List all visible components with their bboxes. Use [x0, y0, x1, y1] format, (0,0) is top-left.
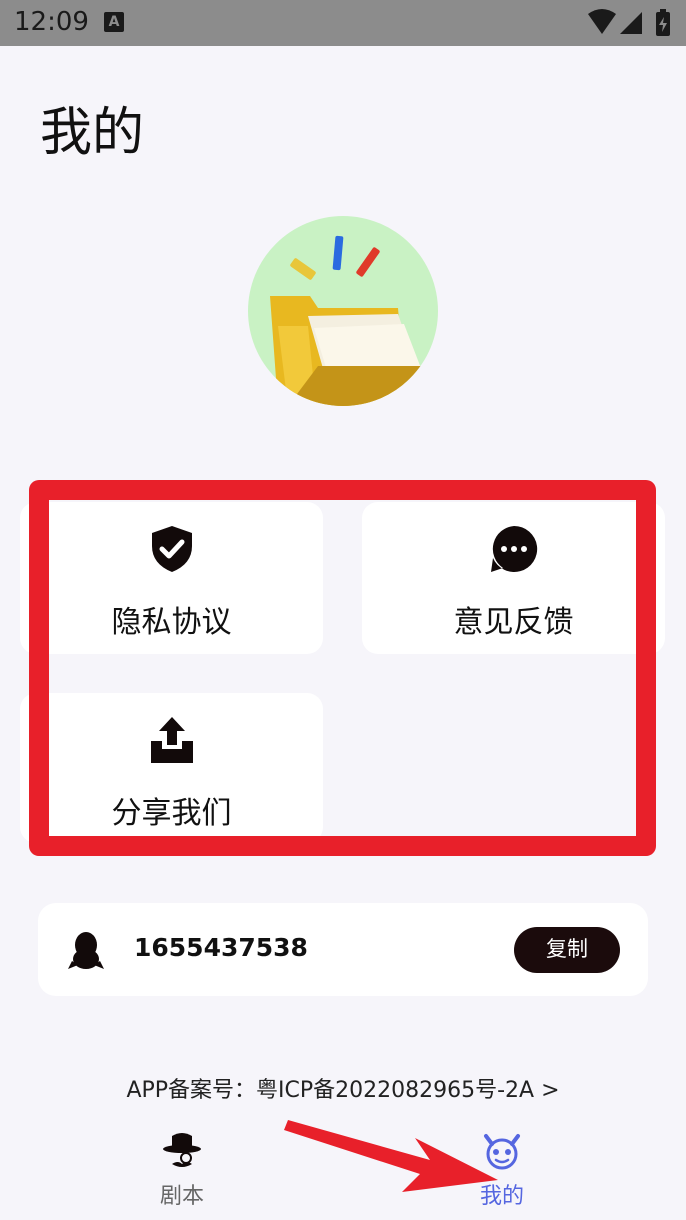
- tab-scripts[interactable]: 剧本: [102, 1120, 262, 1220]
- privacy-label: 隐私协议: [111, 605, 232, 640]
- notification-icon: A: [104, 12, 124, 32]
- share-upload-icon: [150, 717, 193, 763]
- status-icons: [588, 9, 670, 36]
- tab-mine[interactable]: 我的: [422, 1120, 582, 1220]
- status-time: 12:09: [14, 7, 89, 37]
- feedback-card[interactable]: 意见反馈: [362, 502, 665, 654]
- copy-button[interactable]: 复制: [514, 927, 620, 973]
- feedback-label: 意见反馈: [453, 605, 574, 640]
- share-label: 分享我们: [111, 796, 232, 831]
- signal-icon: [620, 12, 642, 34]
- shield-check-icon: [151, 526, 192, 572]
- battery-icon: [656, 9, 670, 36]
- devil-face-icon: [484, 1134, 520, 1170]
- tab-scripts-label: 剧本: [159, 1184, 204, 1209]
- detective-hat-icon: [163, 1133, 201, 1167]
- chat-bubble-icon: [490, 525, 537, 572]
- wifi-icon: [588, 9, 616, 34]
- page-title: 我的: [40, 103, 145, 163]
- qq-penguin-icon: [68, 932, 104, 969]
- privacy-card[interactable]: 隐私协议: [20, 502, 323, 654]
- mine-page: 12:09 A 我的 隐私协议 意见反馈 分享我们 1655437538 复制 …: [0, 0, 686, 1220]
- hero-avatar: [248, 216, 438, 406]
- share-card[interactable]: 分享我们: [20, 693, 323, 843]
- tab-mine-label: 我的: [479, 1184, 524, 1209]
- status-bar: 12:09 A: [0, 0, 686, 46]
- beian-link[interactable]: APP备案号：粤ICP备2022082965号-2A >: [0, 1072, 686, 1104]
- qq-contact-card: 1655437538 复制: [38, 903, 648, 996]
- folder-illustration: [270, 235, 438, 406]
- bottom-tab-bar: 剧本 我的: [0, 1120, 686, 1220]
- qq-number: 1655437538: [134, 933, 308, 962]
